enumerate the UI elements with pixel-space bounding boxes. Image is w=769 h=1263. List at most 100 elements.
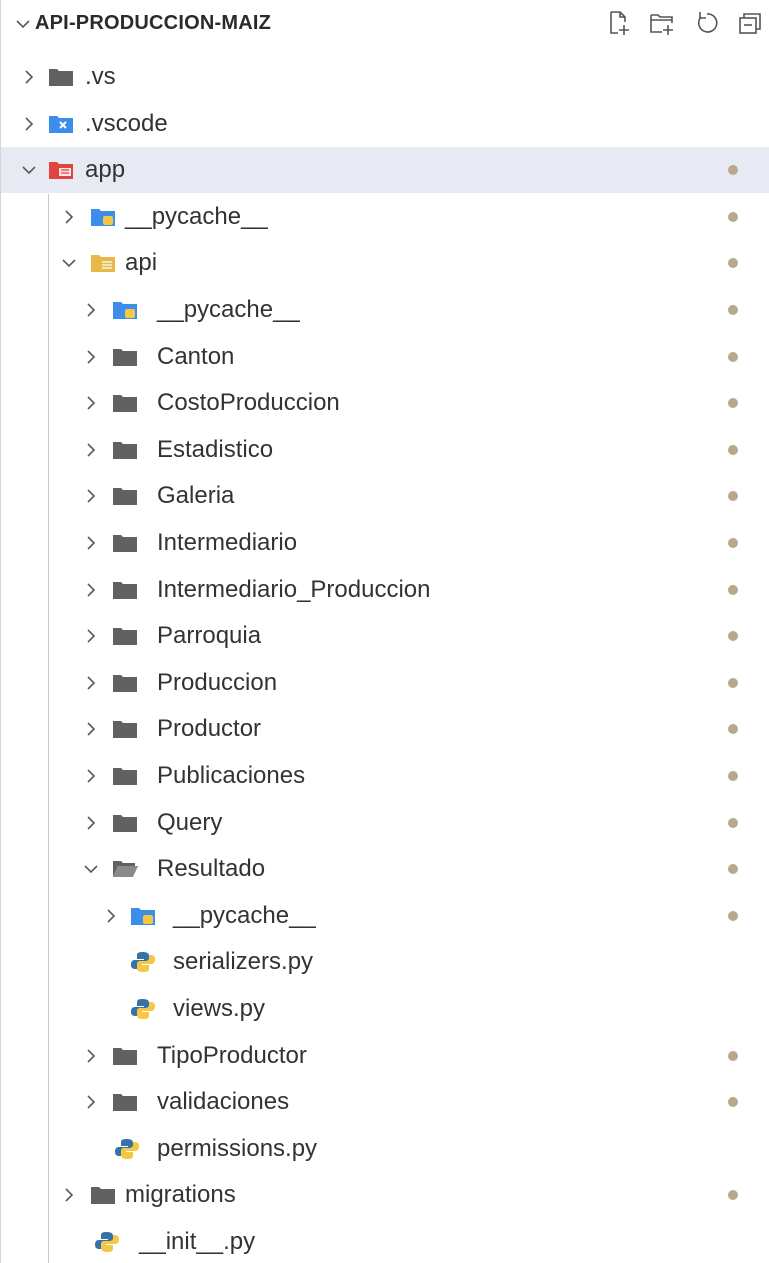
tree-folder-item[interactable]: validaciones [1, 1079, 769, 1125]
tree-item-label: serializers.py [173, 948, 314, 976]
tree-item-label: Query [157, 808, 223, 836]
modified-indicator [728, 771, 738, 781]
tree-folder-item[interactable]: Intermediario [1, 520, 769, 566]
tree-file-item[interactable]: __init__.py [1, 1219, 769, 1263]
folder-api-icon [89, 251, 117, 275]
modified-indicator [728, 258, 738, 269]
chevron-right-icon[interactable] [79, 578, 103, 602]
folder-icon [111, 671, 139, 695]
tree-folder-item[interactable]: __pycache__ [1, 194, 769, 240]
tree-file-item[interactable]: permissions.py [1, 1126, 769, 1172]
tree-folder-item[interactable]: .vs [1, 54, 769, 100]
folder-icon [111, 717, 139, 741]
chevron-right-icon[interactable] [79, 671, 103, 695]
tree-folder-item[interactable]: Publicaciones [1, 753, 769, 799]
collapse-all-icon[interactable] [735, 8, 765, 38]
folder-icon [111, 578, 139, 602]
folder-icon [111, 764, 139, 788]
chevron-right-icon[interactable] [79, 1044, 103, 1068]
tree-item-label: app [85, 156, 126, 184]
modified-indicator [728, 1190, 738, 1201]
tree-folder-item[interactable]: Intermediario_Produccion [1, 567, 769, 613]
python-file-icon [113, 1137, 141, 1161]
tree-item-label: __pycache__ [157, 296, 300, 323]
modified-indicator [728, 864, 738, 875]
modified-indicator [728, 584, 738, 595]
tree-folder-item[interactable]: __pycache__ [1, 893, 769, 939]
modified-indicator [728, 351, 738, 362]
chevron-right-icon[interactable] [79, 391, 103, 415]
tree-item-label: Publicaciones [157, 762, 306, 789]
chevron-right-icon[interactable] [17, 112, 41, 136]
chevron-right-icon[interactable] [79, 298, 103, 322]
tree-file-item[interactable]: views.py [1, 986, 769, 1032]
tree-item-label: Intermediario [157, 529, 298, 556]
refresh-icon[interactable] [691, 8, 721, 38]
folder-vscode-icon [47, 112, 75, 136]
chevron-right-icon[interactable] [79, 624, 103, 648]
modified-indicator [728, 631, 738, 642]
chevron-right-icon[interactable] [57, 205, 81, 229]
new-folder-icon[interactable] [647, 8, 677, 38]
folder-app-icon [47, 158, 75, 182]
folder-icon [89, 1183, 117, 1207]
chevron-right-icon[interactable] [17, 65, 41, 89]
folder-icon [111, 811, 139, 835]
tree-item-label: .vscode [85, 109, 168, 137]
modified-indicator [728, 398, 738, 409]
chevron-right-icon[interactable] [79, 438, 103, 462]
tree-folder-item[interactable]: TipoProductor [1, 1033, 769, 1079]
tree-folder-item[interactable]: app [1, 147, 769, 194]
modified-indicator [728, 165, 738, 176]
tree-item-label: __pycache__ [125, 202, 268, 230]
modified-indicator [728, 1097, 738, 1108]
chevron-right-icon[interactable] [57, 1183, 81, 1207]
chevron-right-icon[interactable] [79, 1090, 103, 1114]
tree-folder-item[interactable]: Canton [1, 334, 769, 380]
explorer-header[interactable]: API-PRODUCCION-MAIZ [1, 0, 769, 46]
tree-item-label: migrations [125, 1181, 236, 1209]
folder-icon [111, 438, 139, 462]
tree-file-item[interactable]: serializers.py [1, 939, 769, 985]
chevron-down-icon[interactable] [17, 158, 41, 182]
tree-item-label: Resultado [157, 855, 266, 883]
chevron-down-icon[interactable] [79, 857, 103, 881]
modified-indicator [728, 677, 738, 688]
modified-indicator [728, 444, 738, 455]
tree-folder-item[interactable]: CostoProduccion [1, 380, 769, 426]
tree-folder-item[interactable]: Resultado [1, 846, 769, 892]
tree-folder-item[interactable]: Galeria [1, 473, 769, 519]
indent-guide [48, 193, 49, 1263]
chevron-right-icon[interactable] [99, 904, 123, 928]
tree-item-label: __init__.py [139, 1228, 256, 1255]
chevron-down-icon[interactable] [57, 251, 81, 275]
tree-folder-item[interactable]: Parroquia [1, 613, 769, 659]
tree-item-label: permissions.py [157, 1134, 318, 1162]
chevron-right-icon[interactable] [79, 811, 103, 835]
tree-folder-item[interactable]: Productor [1, 706, 769, 752]
python-file-icon [93, 1230, 121, 1254]
chevron-right-icon[interactable] [79, 345, 103, 369]
chevron-right-icon[interactable] [79, 484, 103, 508]
tree-item-label: Parroquia [157, 622, 262, 650]
tree-item-label: .vs [85, 63, 116, 90]
tree-item-label: Canton [157, 342, 235, 370]
modified-indicator [728, 305, 738, 315]
new-file-icon[interactable] [603, 8, 633, 38]
chevron-right-icon[interactable] [79, 764, 103, 788]
folder-icon [111, 624, 139, 648]
tree-folder-item[interactable]: api [1, 240, 769, 286]
tree-folder-item[interactable]: Produccion [1, 660, 769, 706]
chevron-right-icon[interactable] [79, 717, 103, 741]
python-file-icon [129, 950, 157, 974]
tree-folder-item[interactable]: Estadistico [1, 427, 769, 473]
folder-open-icon [111, 857, 139, 881]
chevron-down-icon[interactable] [13, 14, 33, 34]
tree-folder-item[interactable]: __pycache__ [1, 287, 769, 333]
tree-folder-item[interactable]: migrations [1, 1172, 769, 1218]
chevron-right-icon[interactable] [79, 531, 103, 555]
tree-folder-item[interactable]: .vscode [1, 101, 769, 147]
tree-item-label: Productor [157, 715, 262, 743]
python-file-icon [129, 997, 157, 1021]
tree-folder-item[interactable]: Query [1, 800, 769, 846]
